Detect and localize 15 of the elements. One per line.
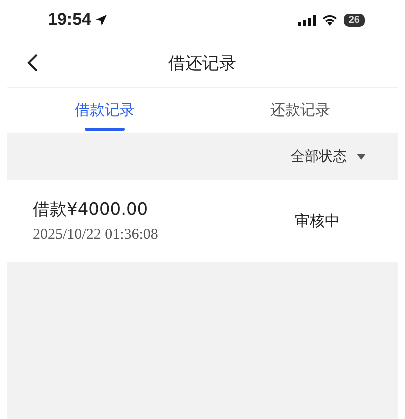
record-time: 2025/10/22 01:36:08: [33, 227, 158, 244]
status-filter[interactable]: 全部状态: [291, 148, 347, 166]
tab[interactable]: 还款记录: [202, 88, 398, 133]
page-title: 借还记录: [168, 53, 236, 75]
loan-amount: 借款¥4000.00: [33, 199, 150, 221]
tab[interactable]: 借款记录: [7, 88, 202, 133]
wifi-icon: [322, 14, 338, 26]
status-time: 19:54: [48, 10, 92, 30]
battery-indicator: 26: [344, 14, 365, 26]
record-card[interactable]: 借款¥4000.00 2025/10/22 01:36:08 审核中: [7, 180, 398, 262]
caret-icon[interactable]: [357, 154, 366, 160]
location-arrow-icon: [95, 14, 108, 26]
signal-icon: [298, 14, 316, 26]
record-status: 审核中: [295, 212, 340, 230]
back-icon[interactable]: [27, 54, 39, 72]
